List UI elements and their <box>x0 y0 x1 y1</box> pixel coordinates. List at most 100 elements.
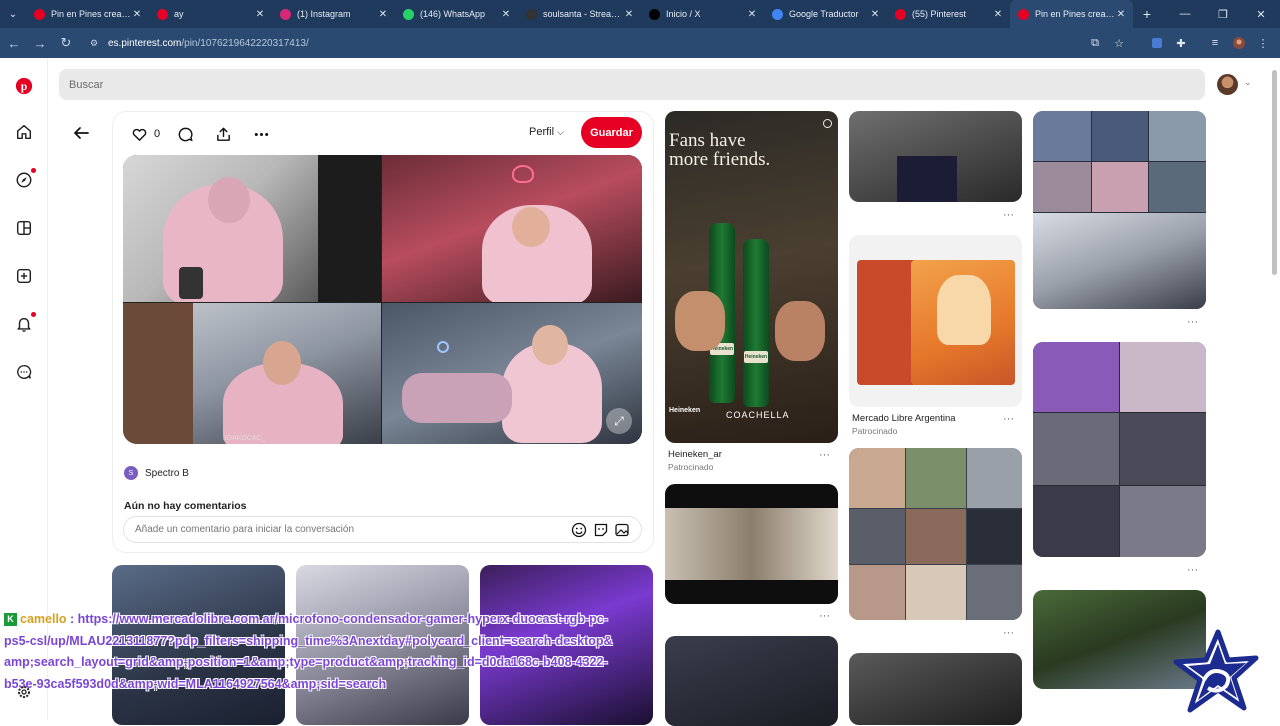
account-chevron-down-icon[interactable]: ⌄ <box>1244 77 1252 88</box>
browser-tab[interactable]: (146) WhatsApp ✕ <box>395 0 518 28</box>
mercadolibre-ad-pin[interactable] <box>849 235 1022 407</box>
browser-tab[interactable]: soulsanta - Streamsta ✕ <box>518 0 641 28</box>
tab-title: (146) WhatsApp <box>420 9 486 19</box>
person-head <box>532 325 568 365</box>
close-tab-icon[interactable]: ✕ <box>500 9 512 20</box>
media-controls-icon[interactable]: ≡ <box>1204 32 1226 54</box>
dark-curtain <box>318 155 381 302</box>
ad-headline-line1: Fans have <box>669 130 746 151</box>
more-options-icon[interactable]: ··· <box>1003 413 1014 425</box>
url-bar[interactable]: ⚙ es.pinterest.com/pin/10762196422203174… <box>84 32 1144 54</box>
close-tab-icon[interactable]: ✕ <box>377 9 389 20</box>
pin-image[interactable]: JOAKOCAC_ ⤢ <box>123 155 642 444</box>
tab-title: Pin en Pines creados <box>51 9 131 19</box>
back-nav-icon[interactable]: ← <box>2 31 26 55</box>
pinterest-logo-icon[interactable]: p <box>14 76 34 96</box>
more-options-icon[interactable]: ··· <box>1187 564 1198 576</box>
collage-pin[interactable] <box>1033 342 1206 557</box>
profile-avatar-icon[interactable] <box>1228 32 1250 54</box>
site-info-icon[interactable]: ⚙ <box>90 38 104 49</box>
board-profile-dropdown[interactable]: Perfil ⌵ <box>529 126 564 138</box>
close-tab-icon[interactable]: ✕ <box>992 9 1004 20</box>
heart-icon[interactable] <box>130 125 148 143</box>
close-tab-icon[interactable]: ✕ <box>869 9 881 20</box>
stream-pin[interactable] <box>849 653 1022 725</box>
browser-tab[interactable]: Pin en Pines creados ✕ <box>26 0 149 28</box>
pin-author[interactable]: S Spectro B <box>124 466 189 480</box>
close-tab-icon[interactable]: ✕ <box>131 9 143 20</box>
chat-message: https://www.mercadolibre.com.ar/microfon… <box>4 612 613 691</box>
browser-tab[interactable]: Inicio / X ✕ <box>641 0 764 28</box>
chat-separator: : <box>66 612 78 626</box>
more-options-icon[interactable]: ··· <box>819 449 830 461</box>
heineken-ad-pin[interactable]: Fans have more friends. Heineken Heineken… <box>665 111 838 443</box>
install-app-icon[interactable]: ⧉ <box>1084 32 1106 54</box>
settings-gear-icon[interactable] <box>16 684 32 700</box>
notifications-dot <box>31 312 36 317</box>
home-icon[interactable] <box>14 122 34 142</box>
collage-pin[interactable] <box>849 448 1022 620</box>
more-options-icon[interactable]: ··· <box>819 610 830 622</box>
browser-tab[interactable]: (1) Instagram ✕ <box>272 0 395 28</box>
collage-cell <box>1033 213 1206 309</box>
close-tab-icon[interactable]: ✕ <box>746 9 758 20</box>
save-button[interactable]: Guardar <box>581 117 642 148</box>
forward-nav-icon[interactable]: → <box>28 31 52 55</box>
minimize-icon[interactable]: — <box>1166 0 1204 28</box>
x-icon <box>649 8 660 20</box>
create-icon[interactable] <box>14 266 34 286</box>
sticker-icon[interactable] <box>593 522 609 538</box>
user-avatar[interactable] <box>1217 74 1238 95</box>
more-options-icon[interactable]: ··· <box>1003 627 1014 639</box>
pin-title[interactable]: Heineken_ar <box>668 449 722 460</box>
search-bar[interactable] <box>59 69 1205 100</box>
reload-icon[interactable]: ↻ <box>54 31 78 55</box>
image-upload-icon[interactable] <box>614 522 630 538</box>
extension-badge-icon[interactable] <box>1146 32 1168 54</box>
browser-tab[interactable]: Pin en Pines creados ✕ <box>1010 0 1133 28</box>
browser-tab-strip: ⌄ Pin en Pines creados ✕ ay ✕ (1) Instagram ✕… <box>0 0 1280 28</box>
browser-tab[interactable]: ay ✕ <box>149 0 272 28</box>
emoji-icon[interactable] <box>571 522 587 538</box>
bookmark-star-icon[interactable]: ☆ <box>1108 32 1130 54</box>
expand-icon[interactable]: ⤢ <box>606 408 632 434</box>
extensions-puzzle-icon[interactable]: ✚ <box>1170 32 1192 54</box>
collage-cell <box>906 509 966 564</box>
new-tab-button[interactable]: + <box>1135 6 1159 22</box>
boards-icon[interactable] <box>14 218 34 238</box>
comment-input[interactable] <box>135 524 555 535</box>
back-arrow-icon[interactable] <box>70 122 92 144</box>
browser-tab[interactable]: Google Traductor ✕ <box>764 0 887 28</box>
share-icon[interactable] <box>214 125 232 143</box>
address-toolbar: ← → ↻ ⚙ es.pinterest.com/pin/10762196422… <box>0 28 1280 58</box>
messages-icon[interactable] <box>14 362 34 382</box>
restore-icon[interactable]: ❐ <box>1204 0 1242 28</box>
collage-pin[interactable] <box>1033 111 1206 309</box>
browser-tab[interactable]: (55) Pinterest ✕ <box>887 0 1010 28</box>
page-scrollbar[interactable] <box>1272 70 1277 275</box>
close-window-icon[interactable]: ✕ <box>1242 0 1280 28</box>
pinterest-icon <box>157 8 168 20</box>
close-tab-icon[interactable]: ✕ <box>623 9 635 20</box>
search-input[interactable] <box>69 78 969 91</box>
collage-cell <box>1033 486 1119 557</box>
stream-pin[interactable] <box>665 636 838 726</box>
close-tab-icon[interactable]: ✕ <box>1115 9 1127 20</box>
browser-menu-icon[interactable]: ⋮ <box>1252 32 1274 54</box>
copyright-icon <box>823 119 832 128</box>
more-options-icon[interactable] <box>252 125 270 143</box>
notifications-bell-icon[interactable] <box>14 312 36 334</box>
explore-icon[interactable] <box>14 168 36 190</box>
tab-search-chevron-icon[interactable]: ⌄ <box>0 0 26 28</box>
more-options-icon[interactable]: ··· <box>1003 209 1014 221</box>
stream-pin[interactable] <box>665 484 838 604</box>
bottle-shape <box>743 239 769 407</box>
more-options-icon[interactable]: ··· <box>1187 316 1198 328</box>
stream-pin[interactable] <box>849 111 1022 202</box>
pin-title[interactable]: Mercado Libre Argentina <box>852 413 956 424</box>
comment-icon[interactable] <box>176 125 194 143</box>
hand-shape <box>675 291 725 351</box>
close-tab-icon[interactable]: ✕ <box>254 9 266 20</box>
comment-field[interactable] <box>123 516 642 543</box>
streamer-star-logo <box>1170 628 1260 718</box>
